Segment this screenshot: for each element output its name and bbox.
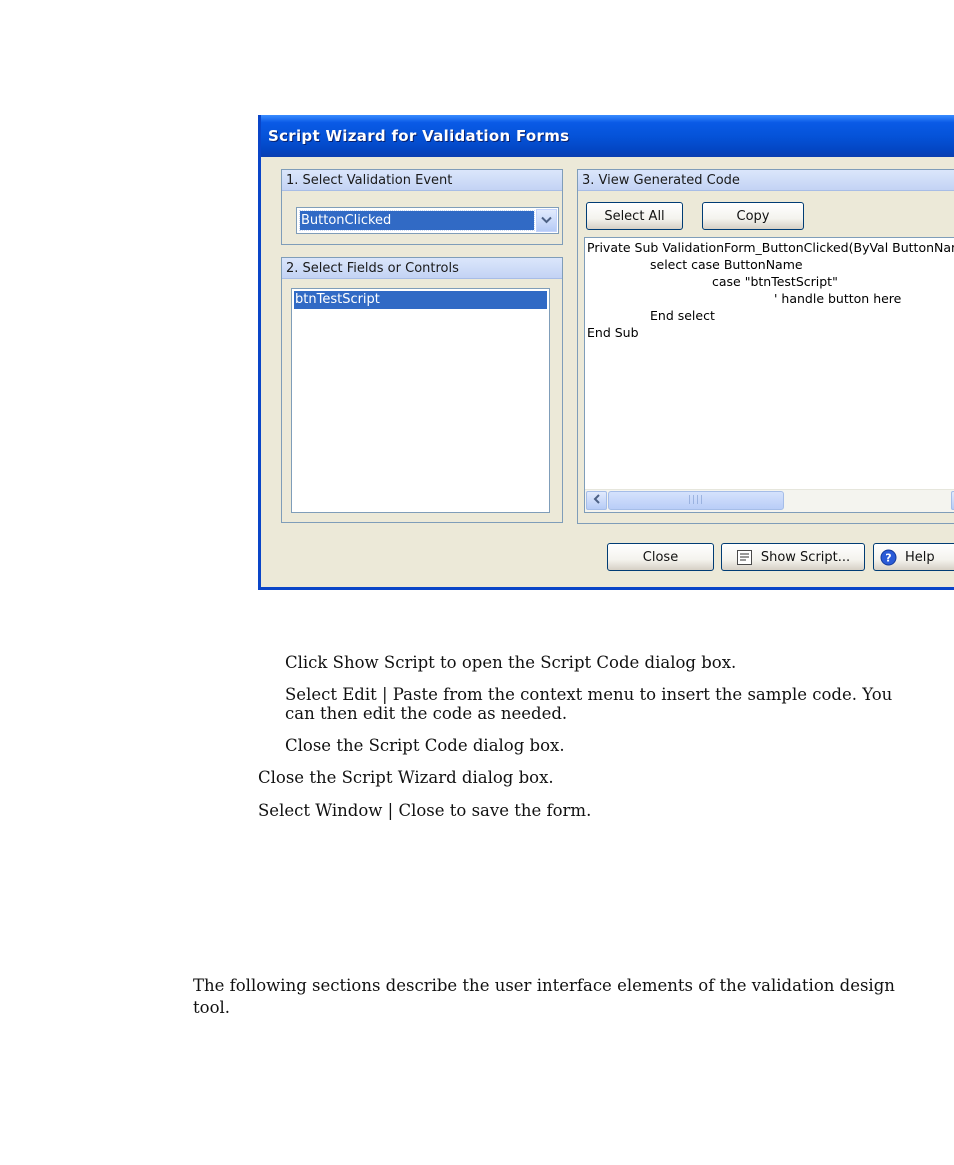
code-line: select case ButtonName bbox=[650, 257, 803, 272]
list-item[interactable]: btnTestScript bbox=[294, 291, 547, 309]
code-line: Private Sub ValidationForm_ButtonClicked… bbox=[587, 240, 954, 255]
generated-code-group: 3. View Generated Code Select All Copy P… bbox=[577, 169, 954, 524]
description-line-2: tool. bbox=[193, 998, 231, 1017]
copy-button[interactable]: Copy bbox=[702, 202, 804, 230]
fields-controls-group: 2. Select Fields or Controls btnTestScri… bbox=[281, 257, 563, 523]
validation-event-select[interactable]: ButtonClicked bbox=[296, 207, 559, 234]
select-all-button[interactable]: Select All bbox=[586, 202, 683, 230]
code-line: End select bbox=[650, 308, 715, 323]
validation-event-heading: 1. Select Validation Event bbox=[282, 170, 562, 191]
help-icon: ? bbox=[880, 549, 897, 566]
description-line-1: The following sections describe the user… bbox=[193, 976, 895, 995]
dialog-title: Script Wizard for Validation Forms bbox=[268, 127, 570, 145]
generated-code-editor[interactable]: Private Sub ValidationForm_ButtonClicked… bbox=[584, 237, 954, 513]
scroll-left-icon[interactable] bbox=[586, 491, 607, 510]
step-show-script: Click Show Script to open the Script Cod… bbox=[285, 653, 737, 672]
help-button[interactable]: ? Help bbox=[873, 543, 954, 571]
chevron-down-icon[interactable] bbox=[536, 209, 557, 232]
script-wizard-dialog: Script Wizard for Validation Forms 1. Se… bbox=[258, 115, 954, 590]
fields-controls-heading: 2. Select Fields or Controls bbox=[282, 258, 562, 279]
step-close-script-code: Close the Script Code dialog box. bbox=[285, 736, 565, 755]
generated-code-heading: 3. View Generated Code bbox=[578, 170, 954, 191]
fields-controls-list[interactable]: btnTestScript bbox=[291, 288, 550, 513]
dialog-titlebar[interactable]: Script Wizard for Validation Forms bbox=[261, 115, 954, 157]
step-close-form: Select Window | Close to save the form. bbox=[258, 801, 592, 820]
help-label: Help bbox=[905, 549, 935, 565]
validation-event-value: ButtonClicked bbox=[299, 210, 535, 231]
step-close-wizard: Close the Script Wizard dialog box. bbox=[258, 768, 554, 787]
code-line: End Sub bbox=[587, 325, 639, 340]
validation-event-group: 1. Select Validation Event ButtonClicked bbox=[281, 169, 563, 245]
show-script-button[interactable]: Show Script... bbox=[721, 543, 865, 571]
scrollbar-thumb[interactable]: |||| bbox=[608, 491, 784, 510]
code-line: case "btnTestScript" bbox=[712, 274, 838, 289]
script-icon bbox=[736, 549, 753, 566]
close-button[interactable]: Close bbox=[607, 543, 714, 571]
step-paste-code-cont: can then edit the code as needed. bbox=[285, 704, 568, 723]
show-script-label: Show Script... bbox=[760, 549, 851, 565]
horizontal-scrollbar[interactable]: |||| bbox=[585, 489, 954, 512]
svg-text:?: ? bbox=[885, 551, 891, 564]
code-line: ' handle button here bbox=[774, 291, 902, 306]
